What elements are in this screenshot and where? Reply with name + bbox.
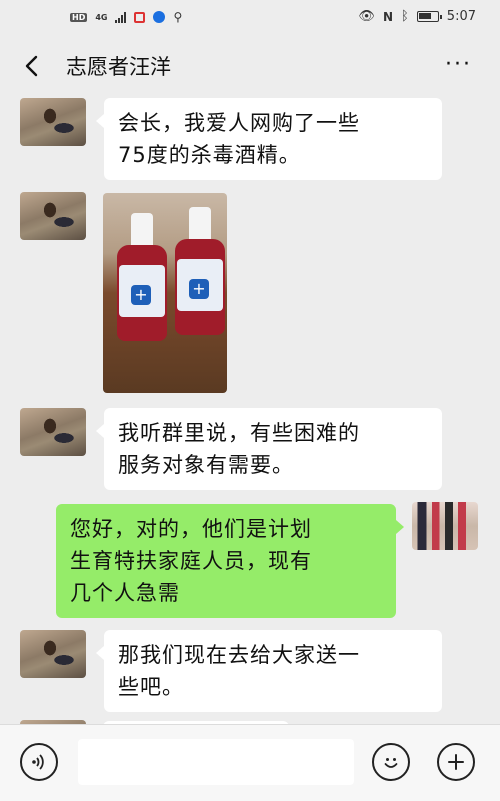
message-line: 服务对象有需要。 [118,453,294,477]
emoji-button[interactable] [372,743,410,781]
sent-message-bubble[interactable]: 您好，对的，他们是计划 生育特扶家庭人员，现有 几个人急需 [56,504,404,618]
alcohol-spray-bottles-photo[interactable]: + + [103,193,227,393]
signal-icon [115,11,127,23]
browser-app-icon [153,11,166,23]
hd-badge: HD [70,12,88,22]
spray-bottle-image: + [117,213,167,341]
message-line: 那我们现在去给大家送一 [118,643,360,667]
status-left: HD 4G ⚲ [70,10,182,24]
notification-app-icon [134,11,146,23]
contact-avatar[interactable] [20,98,86,146]
message-bubble[interactable]: 那我们现在去给大家送一 些吧。 [96,630,442,712]
clock: 5:07 [446,9,476,24]
chat-header: 志愿者汪洋 ··· [0,40,500,94]
eye-icon: 👁 [358,9,375,24]
bluetooth-icon: ᛒ [400,9,409,24]
own-avatar[interactable] [412,502,478,550]
message-line: 我听群里说，有些困难的 [118,421,360,445]
contact-avatar[interactable] [20,192,86,240]
message-line: 几个人急需 [70,581,180,605]
message-list[interactable]: 会长，我爱人网购了一些 75度的杀毒酒精。 + + 我听群里说，有些困难的 服务… [0,94,500,724]
battery-icon [416,11,442,22]
message-bubble[interactable]: 我听群里说，有些困难的 服务对象有需要。 [96,408,442,490]
back-button[interactable] [20,53,46,79]
spray-bottle-image: + [175,207,225,335]
location-icon: ⚲ [173,10,183,24]
contact-avatar[interactable] [20,630,86,678]
more-options-button[interactable]: ··· [445,52,472,77]
emoji-icon [384,758,398,768]
input-bar [0,724,500,801]
message-line: 生育特扶家庭人员，现有 [70,549,312,573]
message-line: 会长，我爱人网购了一些 [118,111,360,135]
voice-input-button[interactable] [20,743,58,781]
message-bubble[interactable]: 会长，我爱人网购了一些 75度的杀毒酒精。 [96,98,442,180]
message-line: 您好，对的，他们是计划 [70,517,312,541]
contact-avatar[interactable] [20,408,86,456]
chevron-left-icon [25,55,38,77]
more-actions-button[interactable] [437,743,475,781]
status-right: 👁 N ᛒ 5:07 [358,9,476,24]
voice-icon [32,754,44,770]
network-label: 4G [95,12,108,22]
chat-title: 志愿者汪洋 [66,55,171,79]
status-bar: HD 4G ⚲ 👁 N ᛒ 5:07 [0,0,500,40]
message-input[interactable] [78,739,354,785]
nfc-icon: N [382,9,393,24]
message-line: 75度的杀毒酒精。 [118,143,301,167]
plus-icon [448,754,464,770]
message-line: 些吧。 [118,675,184,699]
